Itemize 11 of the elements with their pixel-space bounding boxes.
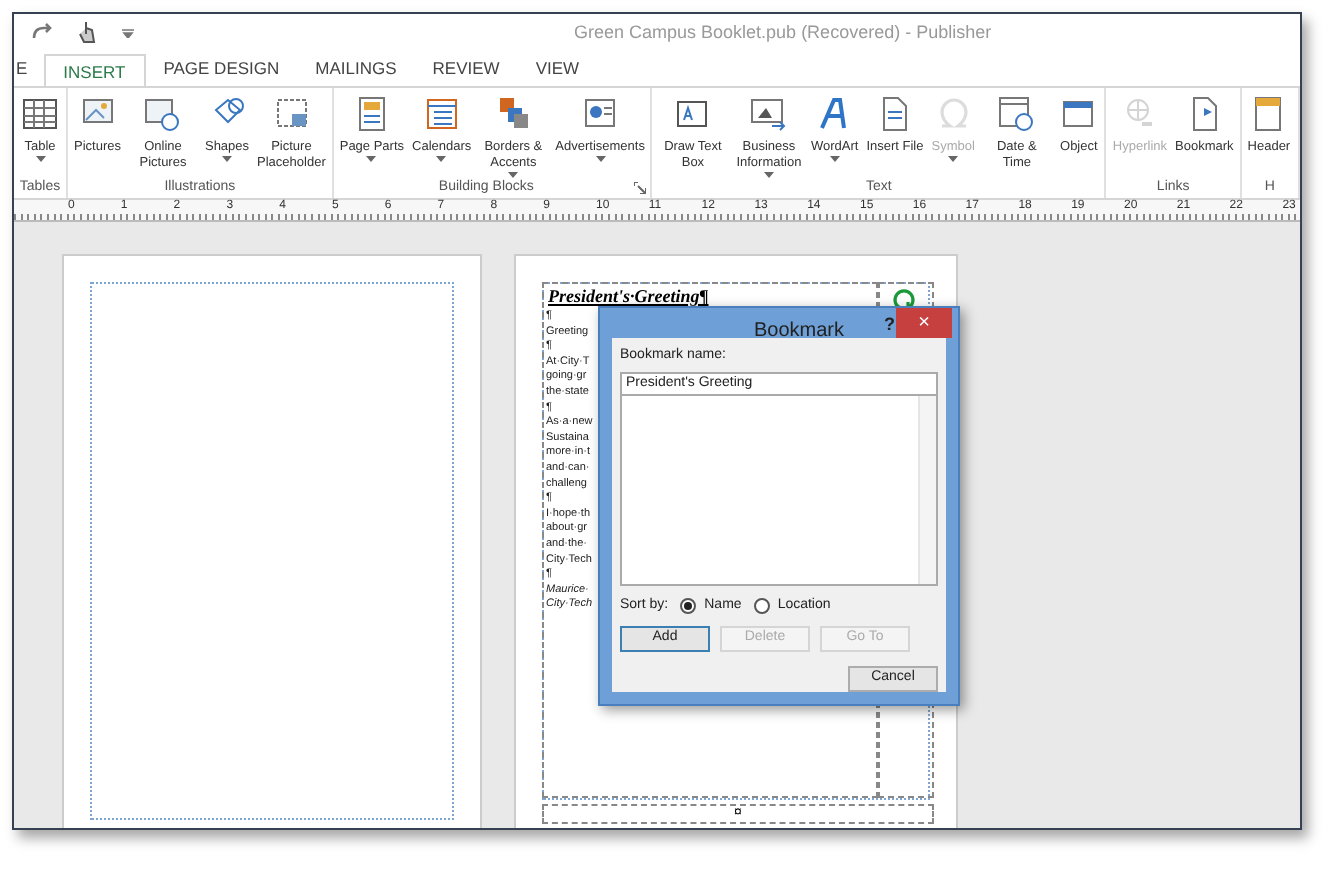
ribbon-tab[interactable]: E bbox=[14, 52, 44, 86]
ribbon-tab[interactable]: VIEW bbox=[517, 52, 598, 86]
ribbon-tab[interactable]: PAGE DESIGN bbox=[145, 52, 298, 86]
ribbon-tab[interactable]: REVIEW bbox=[414, 52, 518, 86]
dialog-title: Bookmark bbox=[754, 318, 845, 346]
ribbon-tab[interactable]: MAILINGS bbox=[297, 52, 415, 86]
ribbon-tab[interactable]: INSERT bbox=[43, 54, 146, 88]
heading-text: President's·Greeting¶ bbox=[548, 284, 709, 310]
window-title: Green Campus Booklet.pub (Recovered) - Publisher bbox=[574, 20, 992, 46]
close-button[interactable]: × bbox=[896, 308, 952, 338]
help-button[interactable]: ? bbox=[884, 312, 895, 339]
